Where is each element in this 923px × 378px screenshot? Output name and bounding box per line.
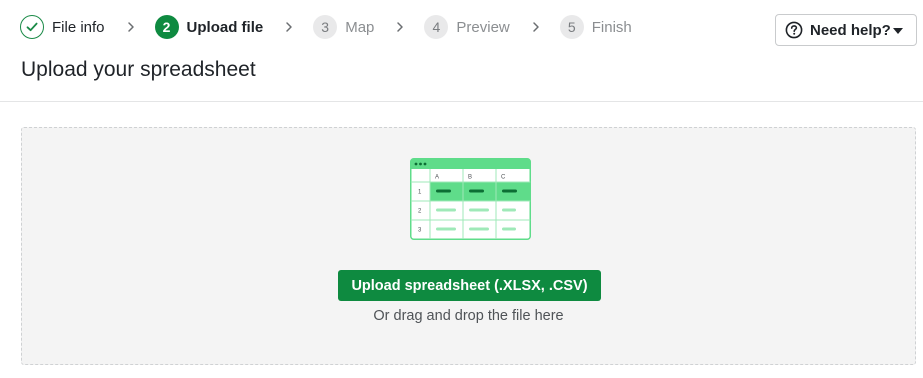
step-label: Upload file bbox=[186, 18, 264, 36]
chevron-right-icon bbox=[121, 21, 141, 33]
step-preview[interactable]: 4 Preview bbox=[424, 15, 510, 39]
upload-spreadsheet-button[interactable]: Upload spreadsheet (.XLSX, .CSV) bbox=[338, 270, 601, 301]
step-map[interactable]: 3 Map bbox=[313, 15, 374, 39]
step-finish[interactable]: 5 Finish bbox=[559, 15, 632, 39]
chevron-right-icon bbox=[390, 21, 410, 33]
page-title: Upload your spreadsheet bbox=[21, 58, 256, 81]
question-circle-icon bbox=[785, 21, 803, 39]
column-header-b: B bbox=[468, 175, 472, 181]
step-upload-file[interactable]: 2 Upload file bbox=[154, 15, 264, 39]
column-header-a: A bbox=[435, 175, 439, 181]
need-help-button[interactable]: Need help? bbox=[775, 14, 917, 46]
step-label: File info bbox=[52, 18, 105, 36]
step-label: Finish bbox=[591, 18, 632, 36]
chevron-right-icon bbox=[526, 21, 546, 33]
caret-down-icon bbox=[893, 28, 903, 34]
step-file-info[interactable]: File info bbox=[20, 15, 105, 39]
spreadsheet-illustration-icon: A B C 1 2 3 bbox=[410, 158, 531, 240]
need-help-label: Need help? bbox=[810, 21, 891, 39]
file-dropzone[interactable]: A B C 1 2 3 Upload spreadsheet (.XLSX, .… bbox=[21, 127, 916, 365]
step-1-indicator bbox=[20, 15, 44, 39]
step-4-indicator: 4 bbox=[424, 15, 449, 39]
chevron-right-icon bbox=[279, 21, 299, 33]
step-2-indicator: 2 bbox=[154, 15, 179, 39]
header-divider bbox=[0, 101, 923, 102]
step-label: Map bbox=[345, 18, 375, 36]
step-5-indicator: 5 bbox=[559, 15, 584, 39]
checkmark-icon bbox=[26, 22, 38, 32]
drag-drop-hint: Or drag and drop the file here bbox=[373, 308, 564, 324]
column-header-c: C bbox=[501, 175, 506, 181]
stepper: File info 2 Upload file 3 Map 4 Preview … bbox=[20, 14, 632, 40]
step-3-indicator: 3 bbox=[313, 15, 338, 39]
step-label: Preview bbox=[456, 18, 510, 36]
